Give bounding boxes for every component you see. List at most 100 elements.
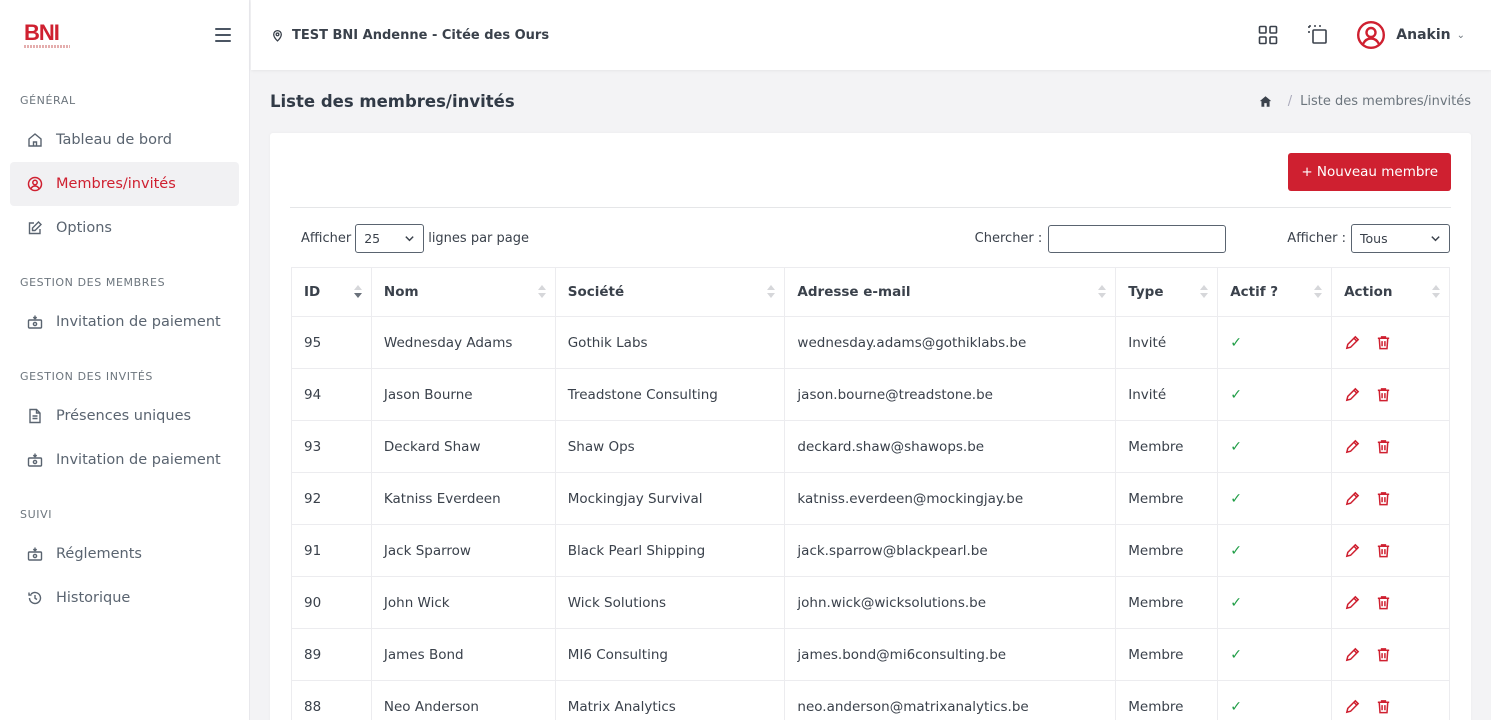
user-menu[interactable]: Anakin ⌄ [1356, 20, 1465, 50]
cell-active: ✓ [1217, 368, 1333, 421]
sort-icon [537, 285, 547, 301]
table-row: 90 John Wick Wick Solutions john.wick@wicks… [291, 576, 1450, 629]
cell-company: MI6 Consulting [554, 628, 786, 681]
check-icon: ✓ [1230, 334, 1242, 351]
sidebar-item[interactable]: Invitation de paiement [10, 300, 239, 344]
check-icon: ✓ [1230, 646, 1242, 663]
check-icon: ✓ [1230, 698, 1242, 715]
apps-grid-icon[interactable] [1256, 23, 1280, 47]
logo-tagline-graphic [24, 44, 70, 48]
sidebar-item[interactable]: Réglements [10, 532, 239, 576]
check-icon: ✓ [1230, 438, 1242, 455]
cell-type: Membre [1115, 628, 1219, 681]
trash-icon[interactable] [1375, 646, 1392, 663]
sidebar-item[interactable]: Présences uniques [10, 394, 239, 438]
payment-icon [26, 451, 44, 469]
sidebar-item-label: Invitation de paiement [56, 452, 221, 468]
cell-id: 92 [291, 472, 372, 525]
trash-icon[interactable] [1375, 386, 1392, 403]
edit-pencil-icon[interactable] [1344, 386, 1361, 403]
cell-active: ✓ [1217, 472, 1333, 525]
id-column-header[interactable]: ID [291, 267, 372, 317]
sidebar-item[interactable]: Historique [10, 576, 239, 620]
sidebar-item[interactable]: Membres/invités [10, 162, 239, 206]
trash-icon[interactable] [1375, 438, 1392, 455]
edit-icon [26, 219, 44, 237]
type-filter-value: Tous [1360, 231, 1388, 246]
menu-toggle-icon[interactable] [215, 28, 231, 42]
cell-name: Katniss Everdeen [370, 472, 556, 525]
trash-icon[interactable] [1375, 334, 1392, 351]
type-filter-select[interactable]: Tous [1351, 224, 1450, 253]
chevron-down-icon: ⌄ [1456, 29, 1465, 41]
trash-icon[interactable] [1375, 698, 1392, 715]
page-size-select[interactable]: 25 [355, 224, 425, 253]
new-member-button[interactable]: + Nouveau membre [1288, 153, 1451, 191]
edit-pencil-icon[interactable] [1344, 490, 1361, 507]
type-column-header[interactable]: Type [1115, 267, 1219, 317]
edit-pencil-icon[interactable] [1344, 698, 1361, 715]
nav-section-title: SUIVI [20, 508, 53, 521]
sidebar-item-label: Options [56, 220, 112, 236]
active-column-header[interactable]: Actif ? [1217, 267, 1333, 317]
fullscreen-icon[interactable] [1306, 23, 1330, 47]
table-row: 94 Jason Bourne Treadstone Consulting jason… [291, 368, 1450, 421]
cell-type: Membre [1115, 576, 1219, 629]
cell-id: 93 [291, 420, 372, 473]
trash-icon[interactable] [1375, 490, 1392, 507]
cell-actions [1331, 472, 1450, 525]
cell-id: 89 [291, 628, 372, 681]
sidebar-item-label: Membres/invités [56, 176, 176, 192]
sidebar-item-label: Historique [56, 590, 131, 606]
user-circle-icon [26, 175, 44, 193]
cell-name: Jack Sparrow [370, 524, 556, 577]
cell-actions [1331, 576, 1450, 629]
show-label: Afficher [301, 231, 352, 246]
user-name: Anakin [1396, 27, 1451, 43]
per-page-label: lignes par page [428, 231, 529, 246]
cell-email: jason.bourne@treadstone.be [784, 368, 1117, 421]
edit-pencil-icon[interactable] [1344, 594, 1361, 611]
home-icon[interactable] [1259, 95, 1272, 108]
sidebar-item[interactable]: Options [10, 206, 239, 250]
sort-icon [1098, 285, 1107, 301]
sidebar-item[interactable]: Tableau de bord [10, 118, 239, 162]
cell-actions [1331, 316, 1450, 369]
cell-type: Invité [1115, 368, 1219, 421]
search-input[interactable] [1048, 224, 1227, 253]
cell-name: James Bond [370, 628, 556, 681]
edit-pencil-icon[interactable] [1344, 334, 1361, 351]
search-label: Chercher : [974, 231, 1043, 246]
email-column-header[interactable]: Adresse e-mail [784, 267, 1117, 317]
sidebar-item[interactable]: Invitation de paiement [10, 438, 239, 482]
payment-icon [26, 545, 44, 563]
table-controls: Afficher 25 lignes par page Chercher : A… [301, 224, 1450, 253]
cell-name: Deckard Shaw [370, 420, 556, 473]
chapter-name: TEST BNI Andenne - Citée des Ours [292, 27, 550, 43]
check-icon: ✓ [1230, 386, 1242, 403]
cell-active: ✓ [1217, 576, 1333, 629]
sidebar-item-label: Réglements [56, 546, 142, 562]
cell-type: Membre [1115, 524, 1219, 577]
cell-email: deckard.shaw@shawops.be [784, 420, 1117, 473]
trash-icon[interactable] [1375, 594, 1392, 611]
payment-icon [26, 313, 44, 331]
breadcrumb: / Liste des membres/invités [1259, 94, 1471, 109]
name-column-header[interactable]: Nom [370, 267, 556, 317]
sort-icon [1432, 285, 1441, 301]
members-card: + Nouveau membre Afficher 25 lignes par … [270, 133, 1471, 720]
sidebar-nav: GÉNÉRAL Tableau de bord Membres/invités Opt… [0, 94, 249, 620]
logo-text: BNI [24, 19, 60, 45]
edit-pencil-icon[interactable] [1344, 438, 1361, 455]
sort-icon [1314, 285, 1323, 301]
action-column-header[interactable]: Action [1331, 267, 1450, 317]
column-header-label: Société [567, 284, 625, 300]
edit-pencil-icon[interactable] [1344, 646, 1361, 663]
bni-logo[interactable]: BNI [24, 19, 70, 48]
cell-active: ✓ [1217, 524, 1333, 577]
company-column-header[interactable]: Société [554, 267, 786, 317]
sidebar-header: BNI [0, 0, 249, 70]
edit-pencil-icon[interactable] [1344, 542, 1361, 559]
topbar: TEST BNI Andenne - Citée des Ours Anakin… [251, 0, 1491, 70]
trash-icon[interactable] [1375, 542, 1392, 559]
